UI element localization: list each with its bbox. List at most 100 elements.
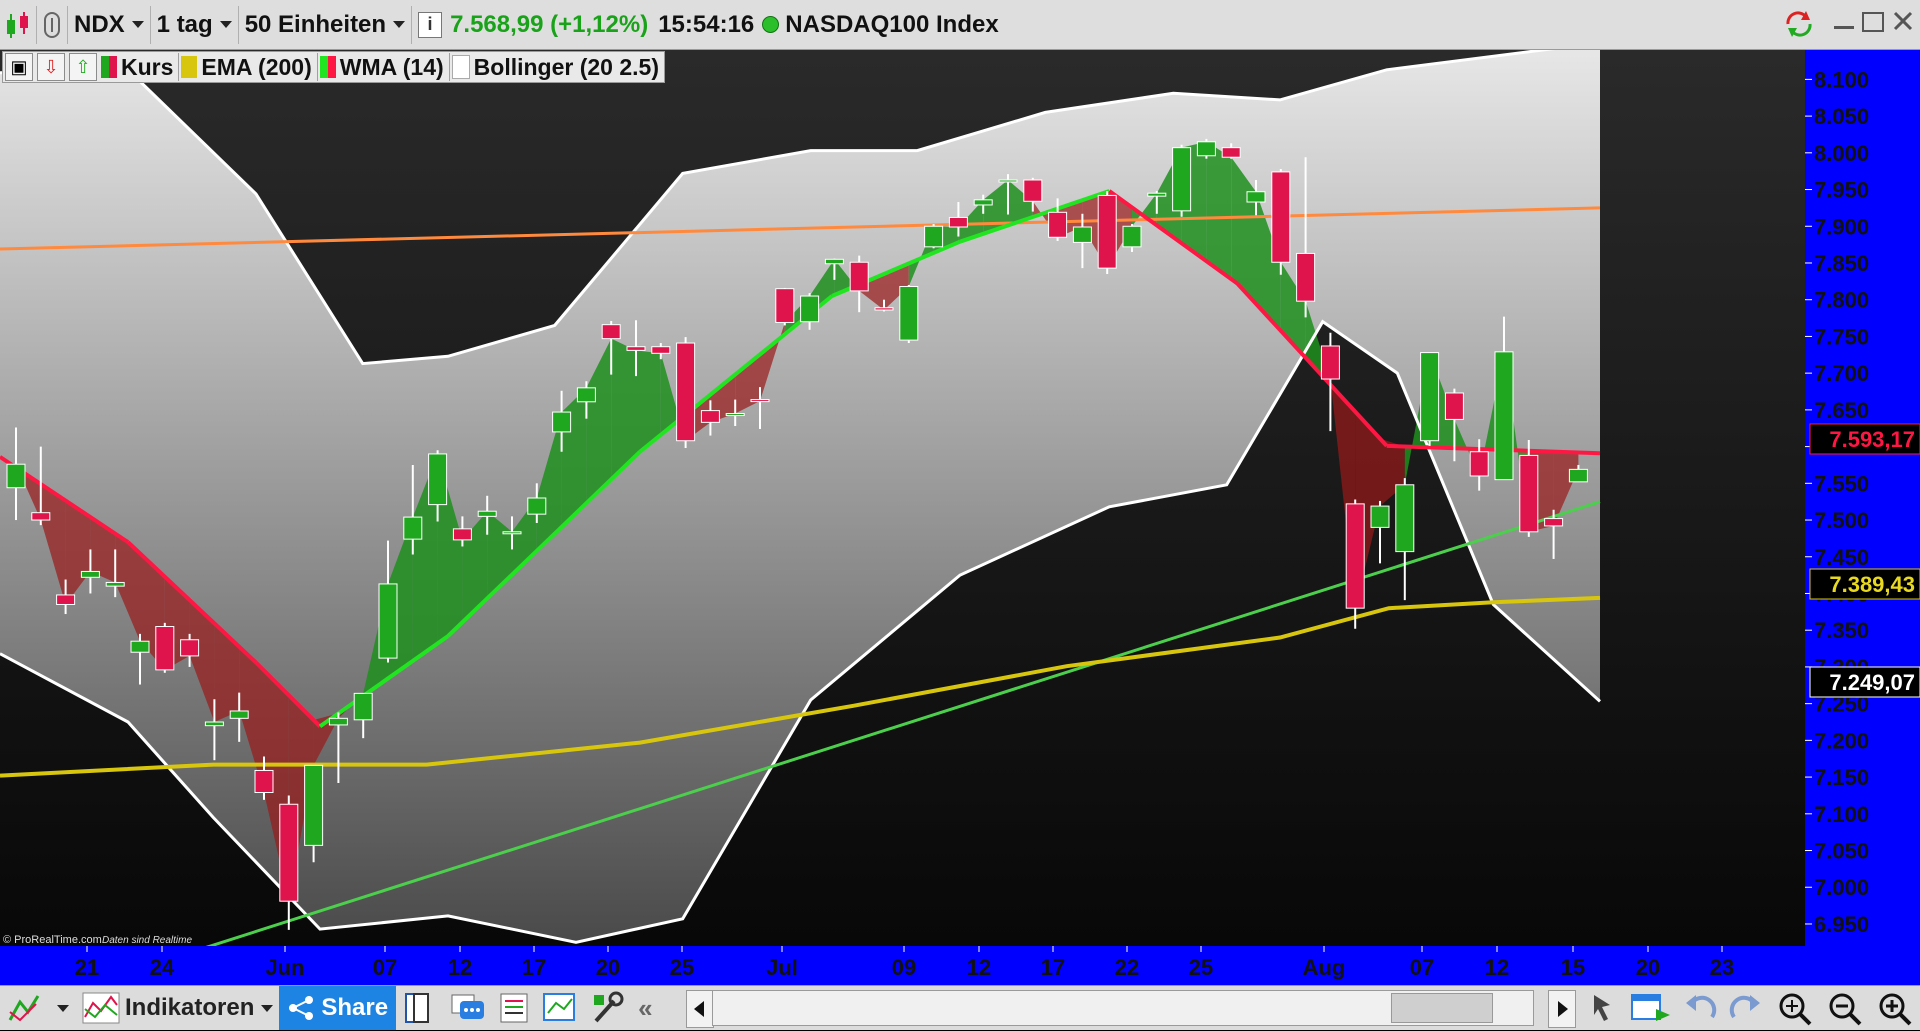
- y-tick-label: 7.700: [1814, 361, 1869, 386]
- x-tick-label: 21: [75, 955, 99, 980]
- share-icon: [289, 996, 314, 1020]
- scroll-left-icon[interactable]: [686, 990, 714, 1028]
- refresh-icon[interactable]: [1782, 8, 1816, 47]
- candle-body: [626, 346, 646, 351]
- candle-body: [700, 410, 720, 423]
- link-icon[interactable]: [37, 5, 68, 44]
- y-tick-label: 7.350: [1814, 618, 1869, 643]
- legend-ema[interactable]: EMA (200): [179, 53, 318, 81]
- candle-body: [1246, 191, 1266, 203]
- arrow-down-icon[interactable]: ⇩: [37, 53, 65, 81]
- close-icon[interactable]: [1892, 10, 1914, 39]
- x-tick-label: 09: [892, 955, 916, 980]
- candle-body: [948, 216, 968, 228]
- x-tick-label: 15: [1561, 955, 1585, 980]
- market-open-icon: [762, 16, 780, 33]
- watermark-note: Daten sind Realtime: [102, 935, 192, 946]
- bottom-toolbar: Indikatoren Share «: [0, 985, 1920, 1030]
- chevron-down-icon: [261, 1004, 274, 1012]
- share-button[interactable]: Share: [279, 986, 397, 1030]
- candle-body: [1122, 225, 1142, 248]
- undo-icon[interactable]: [1682, 991, 1718, 1030]
- candle-body: [874, 307, 894, 311]
- window-chart-button[interactable]: [536, 988, 584, 1028]
- cursor-mode-icon[interactable]: [1590, 991, 1620, 1030]
- candle-body: [304, 764, 324, 846]
- share-label: Share: [321, 994, 389, 1021]
- x-tick-label: 25: [1189, 955, 1213, 980]
- collapse-icon[interactable]: «: [632, 988, 658, 1028]
- candle-body: [576, 387, 596, 403]
- svg-text:7.249,07: 7.249,07: [1829, 670, 1915, 695]
- scroll-thumb[interactable]: [1391, 993, 1493, 1023]
- calendar-icon[interactable]: [1630, 991, 1672, 1030]
- candle: [676, 337, 696, 449]
- y-tick-label: 6.950: [1814, 912, 1869, 937]
- redo-icon[interactable]: [1728, 991, 1764, 1030]
- candle-body: [155, 626, 175, 671]
- wma-cloud-segment: [1206, 141, 1232, 280]
- candle-body: [1544, 518, 1564, 527]
- y-tick-label: 8.100: [1814, 67, 1869, 92]
- chart-type-button[interactable]: [0, 5, 37, 44]
- x-tick-label: 25: [670, 955, 694, 980]
- minimize-icon[interactable]: [1834, 12, 1854, 29]
- layout-button[interactable]: [396, 988, 444, 1028]
- timeframe-selector[interactable]: 1 tag: [151, 5, 239, 44]
- y-tick-label: 7.500: [1814, 508, 1869, 533]
- candle-body: [80, 570, 100, 578]
- indicators-button[interactable]: Indikatoren: [75, 988, 279, 1028]
- candle-body: [1221, 147, 1241, 158]
- x-tick-label: Jul: [766, 955, 798, 980]
- zoom-out-icon[interactable]: [1824, 990, 1864, 1031]
- chevron-down-icon: [57, 1004, 69, 1012]
- symbol-label: NDX: [74, 10, 125, 38]
- x-tick-label: Jun: [265, 955, 304, 980]
- candle-body: [353, 692, 373, 721]
- price-chart[interactable]: 8.100 8.050 8.000 7.950 7.900 7.850 7.800 7.750…: [0, 50, 1920, 985]
- candle-body: [1271, 171, 1291, 263]
- candle-body: [651, 346, 671, 354]
- price-tag-lower-band: 7.249,07: [1809, 666, 1920, 698]
- legend-price[interactable]: Kurs: [99, 53, 180, 81]
- chart-scrollbar[interactable]: [686, 990, 1586, 1028]
- scroll-track[interactable]: [712, 990, 1534, 1026]
- x-tick-label: 22: [1115, 955, 1139, 980]
- candle-body: [552, 411, 572, 433]
- candle-body: [800, 295, 820, 323]
- candle-body: [998, 179, 1018, 183]
- candle-body: [452, 528, 472, 541]
- y-tick-label: 8.050: [1814, 104, 1869, 129]
- x-tick-label: 24: [150, 955, 175, 980]
- info-icon[interactable]: i: [418, 11, 443, 38]
- zoom-in-icon[interactable]: [1874, 990, 1914, 1031]
- candle-body: [56, 594, 76, 605]
- list-button[interactable]: [492, 988, 536, 1028]
- candle-body: [1469, 451, 1489, 477]
- legend-wma[interactable]: WMA (14): [318, 53, 450, 81]
- candle-body: [973, 199, 993, 206]
- x-tick-label: Aug: [1303, 955, 1346, 980]
- units-selector[interactable]: 50 Einheiten: [239, 5, 413, 44]
- legend-bollinger[interactable]: Bollinger (20 2.5): [450, 53, 664, 81]
- x-tick-label: 07: [1410, 955, 1434, 980]
- zoom-fit-icon[interactable]: [1774, 990, 1814, 1031]
- drawing-tools-button[interactable]: [0, 988, 75, 1028]
- chat-button[interactable]: [444, 988, 492, 1028]
- arrow-up-icon[interactable]: ⇧: [69, 53, 97, 81]
- y-tick-label: 7.900: [1814, 214, 1869, 239]
- maximize-icon[interactable]: [1862, 12, 1884, 32]
- scroll-right-icon[interactable]: [1548, 990, 1576, 1028]
- y-tick-label: 8.000: [1814, 141, 1869, 166]
- y-tick-label: 7.750: [1814, 324, 1869, 349]
- window-icon[interactable]: ▣: [5, 53, 33, 81]
- candle-body: [1296, 252, 1316, 302]
- tools-button[interactable]: [584, 988, 632, 1028]
- x-tick-label: 12: [1485, 955, 1509, 980]
- instrument-name: NASDAQ100 Index: [785, 10, 999, 38]
- candle: [924, 224, 944, 249]
- candle-body: [824, 258, 844, 265]
- indicators-icon: [82, 992, 120, 1024]
- symbol-selector[interactable]: NDX: [68, 5, 151, 44]
- price-tag-ema: 7.389,43: [1809, 568, 1920, 600]
